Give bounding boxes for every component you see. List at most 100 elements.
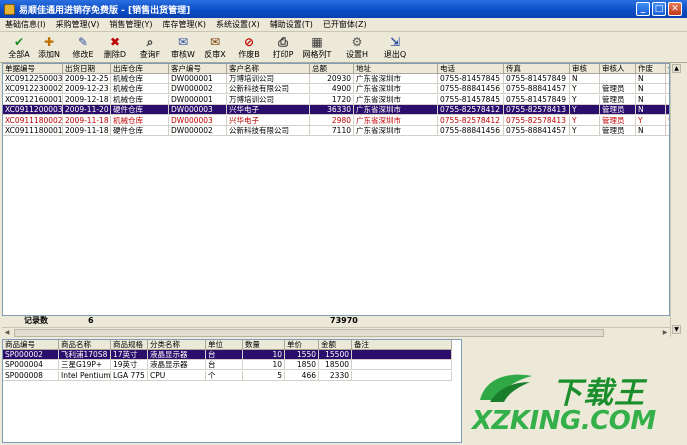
toolbar-button-1[interactable]: ✚ 添加N [32, 35, 66, 62]
delete-icon: ✖ [109, 35, 121, 49]
orders-scrollbar[interactable]: ▲ ▼ [670, 63, 685, 337]
orders-cell: XC0912160001 [3, 94, 63, 105]
scroll-up-icon[interactable]: ▲ [672, 64, 681, 73]
orders-hscrollbar[interactable]: ◀ ▶ [2, 327, 670, 337]
items-header-cell[interactable]: 分类名称 [148, 340, 206, 350]
items-cell: 17英寸 [111, 350, 148, 360]
items-cell [352, 360, 452, 371]
orders-table[interactable]: 单据编号出货日期出库仓库客户编号客户名称总额地址电话传真审核审核人作废作废XC0… [2, 63, 670, 316]
orders-header-cell[interactable]: 作废 [636, 64, 666, 74]
menu-item-0[interactable]: 基础信息(I) [0, 19, 51, 30]
orders-row[interactable]: XC0911200003 2009-11-20 硬件仓库 DW000003 兴华电子 36… [3, 105, 669, 116]
orders-cell [600, 74, 636, 84]
orders-cell: DW000001 [169, 94, 227, 105]
toolbar-button-8[interactable]: ⎙ 打印P [266, 35, 300, 62]
items-table[interactable]: 商品编号 商品名称 商品规格 分类名称 单位 数量 单价 金额 备注 SP000002 飞利浦170… [2, 339, 462, 443]
items-header-cell[interactable]: 数量 [243, 340, 285, 350]
toolbar-button-10[interactable]: ⚙ 设置H [340, 35, 374, 62]
items-row[interactable]: SP000002 飞利浦170S8 17英寸 液晶显示器台 10 1550 15500 [3, 350, 461, 360]
items-cell: LGA 775 [111, 370, 148, 381]
check-icon: ✔ [13, 35, 25, 49]
menu-item-1[interactable]: 采购管理(V) [51, 19, 105, 30]
toolbar-button-2[interactable]: ✎ 修改E [66, 35, 100, 62]
items-cell: SP000002 [3, 350, 59, 360]
menu-item-6[interactable]: 已开窗体(Z) [318, 19, 372, 30]
orders-cell: Y [636, 115, 666, 126]
orders-header-cell[interactable]: 总额 [310, 64, 354, 74]
items-header-cell[interactable]: 单价 [285, 340, 319, 350]
orders-cell: 广东省深圳市 [354, 126, 438, 136]
orders-header-cell[interactable]: 客户名称 [227, 64, 310, 74]
toolbar-button-0[interactable]: ✔ 全部A [2, 35, 36, 62]
items-row[interactable]: SP000004 三星G19P+ 19英寸 液晶显示器台 10 1850 18500 [3, 360, 461, 371]
orders-cell: XC0912250003 [3, 74, 63, 84]
toolbar-button-label: 设置H [345, 50, 368, 59]
orders-header-cell[interactable]: 出库仓库 [111, 64, 169, 74]
orders-header-cell[interactable]: 客户编号 [169, 64, 227, 74]
orders-cell: Y [570, 105, 600, 116]
menu-item-3[interactable]: 库存管理(K) [157, 19, 211, 30]
scroll-down-icon[interactable]: ▼ [672, 325, 681, 334]
watermark: 下载王 XZKING.COM [462, 362, 687, 445]
menu-item-5[interactable]: 辅助设置(T) [265, 19, 318, 30]
menu-item-4[interactable]: 系统设置(X) [211, 19, 265, 30]
toolbar-button-6[interactable]: ✉ 反审X [198, 35, 232, 62]
items-header-cell[interactable]: 商品编号 [3, 340, 59, 350]
orders-header-cell[interactable]: 审核人 [600, 64, 636, 74]
maximize-icon[interactable]: □ [652, 2, 666, 16]
orders-header-cell[interactable]: 地址 [354, 64, 438, 74]
orders-row[interactable]: XC0912250003 2009-12-25 机械仓库 DW000001 万博培训公司… [3, 74, 669, 84]
scroll-right-icon[interactable]: ▶ [660, 328, 670, 338]
orders-header-cell[interactable]: 出货日期 [63, 64, 111, 74]
toolbar-button-7[interactable]: ⊘ 作废B [232, 35, 266, 62]
orders-header-cell[interactable]: 传真 [504, 64, 570, 74]
orders-row[interactable]: XC0912160001 2009-12-18 机械仓库 DW000001 万博培训公司… [3, 94, 669, 105]
toolbar-button-4[interactable]: ⌕ 查询F [133, 35, 167, 62]
items-cell: 18500 [319, 360, 352, 371]
items-header-cell[interactable]: 金额 [319, 340, 352, 350]
orders-row[interactable]: XC0912230002 2009-12-23 机械仓库 DW000002 公新科技有限… [3, 84, 669, 95]
orders-cell: 广东省深圳市 [354, 94, 438, 105]
orders-cell: N [636, 94, 666, 105]
orders-cell: DW000002 [169, 126, 227, 136]
grid-columns-icon: ▦ [311, 35, 323, 49]
items-header-cell[interactable]: 单位 [206, 340, 243, 350]
toolbar-button-11[interactable]: ⇲ 退出Q [378, 35, 412, 62]
orders-cell: N [636, 74, 666, 84]
orders-cell: N [636, 126, 666, 136]
items-cell: SP000004 [3, 360, 59, 371]
orders-cell: 公新科技有限公司 [227, 126, 310, 136]
orders-cell: 0755-88841457 [504, 126, 570, 136]
orders-cell: XC0911200003 [3, 105, 63, 116]
items-header-cell[interactable]: 备注 [352, 340, 452, 350]
items-header-cell[interactable]: 商品规格 [111, 340, 148, 350]
orders-row[interactable]: XC0911180001 2009-11-18 硬件仓库 DW000002 公新科技有限… [3, 126, 669, 136]
items-header-cell[interactable]: 商品名称 [59, 340, 111, 350]
orders-row[interactable]: XC0911180002 2009-11-18 机械仓库 DW000003 兴华电子 29… [3, 115, 669, 126]
toolbar-button-9[interactable]: ▦ 网格列T [300, 35, 334, 62]
toolbar-button-label: 审核W [171, 50, 195, 59]
orders-cell: N [636, 105, 666, 116]
toolbar-button-5[interactable]: ✉ 审核W [166, 35, 200, 62]
toolbar-button-label: 查询F [139, 50, 161, 59]
items-row[interactable]: SP000008Intel Pentium E2140LGA 775CPU个54… [3, 370, 461, 381]
items-cell: 液晶显示器 [148, 350, 206, 360]
orders-header-cell[interactable]: 审核 [570, 64, 600, 74]
orders-header-cell[interactable]: 电话 [438, 64, 504, 74]
orders-cell: 管理员 [600, 115, 636, 126]
orders-cell: DW000003 [169, 115, 227, 126]
close-icon[interactable]: ✕ [668, 2, 682, 16]
orders-cell: 硬件仓库 [111, 105, 169, 116]
menu-item-2[interactable]: 销售管理(Y) [104, 19, 157, 30]
scroll-thumb[interactable] [14, 329, 604, 337]
minimize-icon[interactable]: _ [636, 2, 650, 16]
orders-cell: 36330 [310, 105, 354, 116]
items-cell: 液晶显示器 [148, 360, 206, 371]
scroll-left-icon[interactable]: ◀ [2, 328, 12, 338]
orders-cell: DW000001 [169, 74, 227, 84]
orders-header-cell[interactable]: 单据编号 [3, 64, 63, 74]
search-icon: ⌕ [146, 35, 154, 49]
orders-cell: 4900 [310, 84, 354, 95]
app-icon [4, 3, 15, 15]
toolbar-button-3[interactable]: ✖ 删除D [98, 35, 132, 62]
